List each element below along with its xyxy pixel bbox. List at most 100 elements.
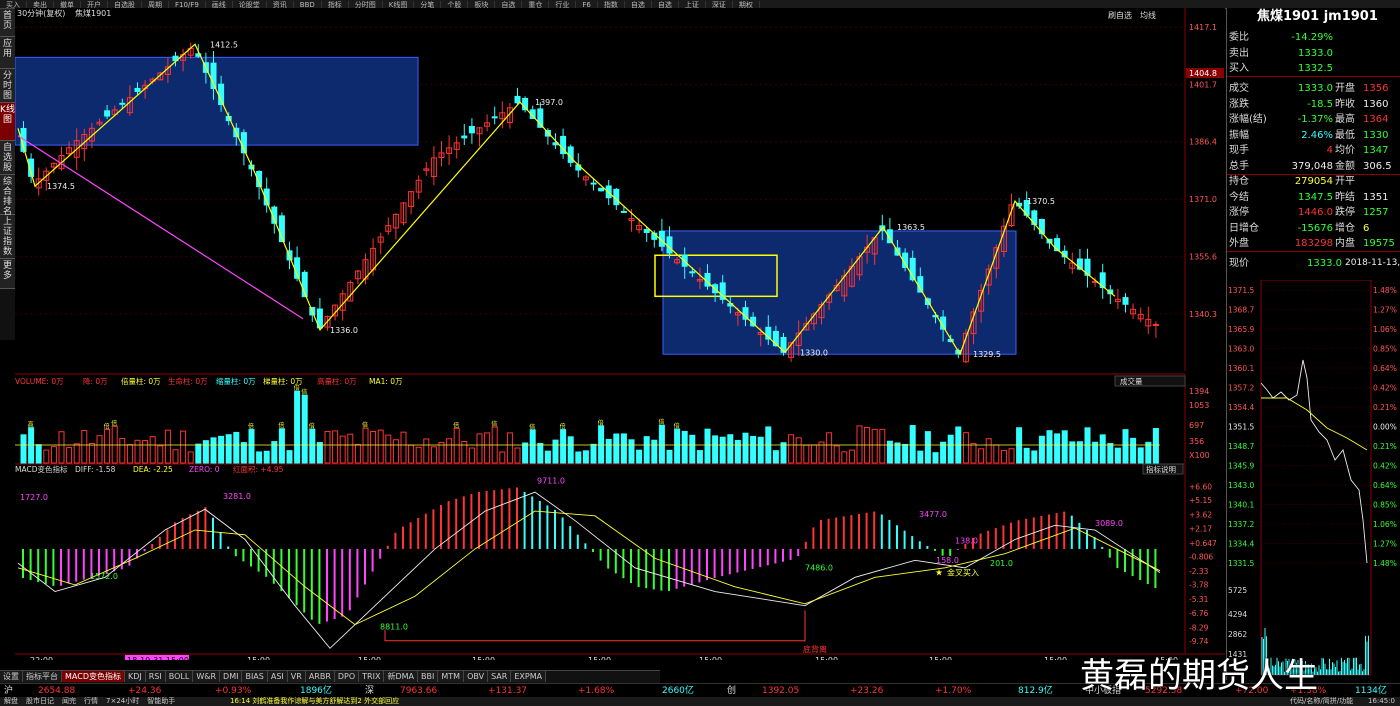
quote-label: 现手 [1229,145,1249,156]
volume-bar [734,439,741,464]
refresh-button[interactable]: 刷自选 [1108,10,1132,20]
indicator-tab[interactable]: BIAS [242,671,268,682]
volume-bar [658,424,665,464]
volume-bar [195,443,202,464]
macd-annotation: 9711.0 [537,477,565,486]
macd-annotation: 1727.0 [20,493,48,502]
volume-bar [263,450,270,464]
intraday-chart[interactable]: 1371.5 1.48% 1368.7 1.27% 1365.9 1.06% 1363.0 0… [1227,280,1400,680]
nav-tab[interactable]: 自选股 [0,141,15,175]
volume-bar [780,442,787,464]
nav-tab[interactable]: 上证指数 [0,215,15,259]
quote-value: 1360 [1363,98,1389,110]
quote-label: 均价 [1335,145,1355,156]
indicator-tab[interactable]: 新DMA [384,671,419,682]
intraday-pct-label: 0.21% [1373,442,1397,451]
quote-value: 1330 [1363,129,1389,141]
indicator-tab[interactable]: KDJ [124,671,146,682]
nav-tab[interactable]: 更多 [0,259,15,289]
news-ticker[interactable]: 16:14 刘鹤准备我作谅解与美方舒解达到2 外交部回应 [230,697,399,706]
price-axis-label: 1404.8 [1189,69,1217,78]
volume-bar [567,436,574,464]
status-item[interactable]: 闻完 [58,697,80,705]
indicator-tab[interactable]: EXPMA [511,671,547,682]
indicator-tab[interactable]: OBV [464,671,489,682]
code-search-hint[interactable]: 代码/名称/简拼/功能 [1290,697,1353,706]
ma-button[interactable]: 均线 [1140,10,1156,20]
volume-mark: 倍 [248,423,254,431]
macd-axis-label: +2.17 [1189,524,1212,533]
volume-bar [278,428,285,464]
indicator-tab[interactable]: BOLL [165,671,194,682]
sz-amount: 2660亿 [662,686,694,696]
quote-row: 今结 1347.5 昨结 1351 [1229,190,1399,205]
macd-axis-label: -6.76 [1189,609,1209,618]
time-label: 15:00 [929,656,952,660]
indicator-tab[interactable]: RSI [145,671,166,682]
price-annotation: 1336.0 [330,326,358,335]
sz-pct: +1.68% [578,686,615,696]
golden-cross-label: 金叉买入 [947,568,979,578]
volume-bar [1152,428,1159,464]
intraday-price-label: 1343.0 [1228,481,1254,490]
indicator-tab[interactable]: BBI [418,671,439,682]
volume-bar [917,450,924,464]
nav-tab[interactable]: 应用 [0,37,15,69]
volume-dropdown-label: 成交量 [1120,376,1143,386]
status-item[interactable]: 7×24小时 [102,697,143,705]
indicator-tab[interactable]: 指标平台 [23,671,62,682]
cy-change: +23.26 [850,686,884,696]
main-chart[interactable]: 30分钟(复权) 焦煤1901 刷自选 均线 1412.5 1374.5 1336.… [15,8,1225,660]
macd-axis-label: -0.806 [1189,553,1213,562]
status-item[interactable]: 解盘 [0,697,22,705]
nav-tab[interactable]: 综合排名 [0,175,15,217]
candle-body [1038,218,1045,235]
nav-tab[interactable]: 首页 [0,9,15,37]
indicator-tab[interactable]: TRIX [359,671,385,682]
quote-row: 日增仓 -15676 增仓 6 [1229,221,1399,236]
indicator-tab[interactable]: ASI [267,671,288,682]
indicator-tab[interactable]: MACD变色指标 [62,671,125,682]
indicator-tab[interactable]: VR [287,671,306,682]
quote-label: 最高 [1335,114,1355,125]
intraday-price-label: 1337.2 [1228,520,1254,529]
nav-tab[interactable]: K线图 [0,103,15,141]
quote-value: 1257 [1363,207,1389,218]
indicator-tabs: 设置 指标平台 MACD变色指标 KDJ RSI BOLL W&R DMI BIAS ASI VR A… [0,670,660,683]
intraday-price-label: 1360.1 [1228,364,1254,373]
chart-symbol: 焦煤1901 [75,8,111,18]
indicator-tab[interactable]: W&R [193,671,221,682]
quote-label: 日增仓 [1229,222,1259,234]
nav-tab[interactable]: 分时图 [0,69,15,103]
indicator-tab[interactable]: DMI [220,671,243,682]
volume-bar [605,438,612,464]
volume-mark: 倍 [529,423,535,431]
quote-value: -15676 [1297,222,1333,234]
indicator-tab[interactable]: 设置 [0,671,23,682]
volume-bar [620,433,627,464]
time-label: 15:00 [472,656,495,660]
volume-bar [316,442,323,464]
volume-bar [35,444,42,464]
status-item[interactable]: 智能助手 [143,697,179,705]
indicator-tab[interactable]: SAR [488,671,512,682]
volume-bar [294,390,301,464]
indicator-tab[interactable]: MTM [438,671,465,682]
quote-row: 委比 -14.29% [1229,30,1399,45]
volume-bar [256,451,263,464]
quote-value: 2.46% [1301,129,1333,141]
quote-label: 增仓 [1335,222,1355,234]
divider [1227,76,1400,77]
status-item[interactable]: 行情 [80,697,102,705]
indicator-tab[interactable]: ARBR [305,671,335,682]
quote-value: 379,048 [1291,160,1333,172]
candle-body [514,95,521,104]
quote-row: 总手 379,048 金额 306.5 [1229,159,1399,174]
volume-bar [666,449,673,464]
indicator-tab[interactable]: DPO [334,671,360,682]
quote-value: 183298 [1294,238,1333,249]
macd-annotation: 3281.0 [223,492,251,501]
status-item[interactable]: 股市日记 [22,697,58,705]
volume-bar [719,436,726,464]
candle-body [1152,323,1159,326]
